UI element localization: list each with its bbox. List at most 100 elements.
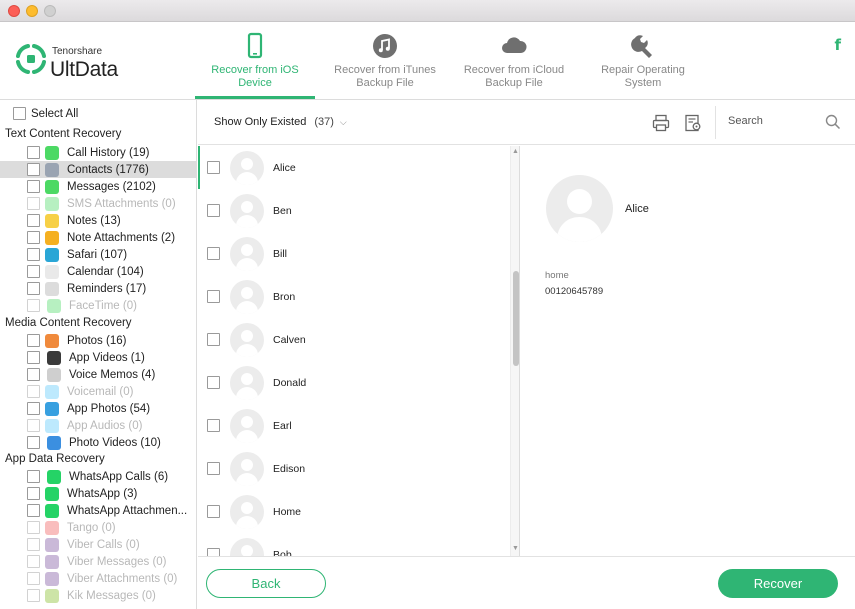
sidebar-item[interactable]: Call History (19)	[0, 144, 196, 161]
sidebar-item-checkbox[interactable]	[27, 265, 40, 278]
sidebar-item-checkbox[interactable]	[27, 299, 40, 312]
sidebar-item-checkbox[interactable]	[27, 282, 40, 295]
photo-videos-icon	[47, 435, 61, 450]
sidebar-item[interactable]: App Photos (54)	[0, 400, 196, 417]
sidebar-item[interactable]: App Videos (1)	[0, 349, 196, 366]
sidebar-item[interactable]: Photos (16)	[0, 332, 196, 349]
recover-button[interactable]: Recover	[718, 569, 838, 598]
print-icon[interactable]	[652, 114, 670, 132]
sidebar-item-checkbox[interactable]	[27, 487, 40, 500]
sidebar-item-checkbox[interactable]	[27, 180, 40, 193]
sidebar-item[interactable]: App Audios (0)	[0, 417, 196, 434]
contact-row[interactable]: Earl	[198, 404, 510, 447]
sidebar-item-checkbox[interactable]	[27, 163, 40, 176]
window-minimize-button[interactable]	[26, 5, 38, 17]
sidebar-item[interactable]: Voice Memos (4)	[0, 366, 196, 383]
sidebar-item[interactable]: SMS Attachments (0)	[0, 195, 196, 212]
sidebar-item-checkbox[interactable]	[27, 214, 40, 227]
contact-checkbox[interactable]	[207, 161, 220, 174]
sidebar-item[interactable]: WhatsApp Attachmen...	[0, 502, 196, 519]
sidebar-item-label: Messages (2102)	[67, 180, 156, 193]
sidebar-item[interactable]: WhatsApp Calls (6)	[0, 468, 196, 485]
sidebar-item-checkbox[interactable]	[27, 146, 40, 159]
sidebar-item[interactable]: Safari (107)	[0, 246, 196, 263]
sidebar-item[interactable]: Note Attachments (2)	[0, 229, 196, 246]
sidebar-item[interactable]: Calendar (104)	[0, 263, 196, 280]
sidebar-item-checkbox[interactable]	[27, 589, 40, 602]
contact-row[interactable]: Home	[198, 490, 510, 533]
sidebar-item-label: Note Attachments (2)	[67, 231, 176, 244]
back-button[interactable]: Back	[206, 569, 326, 598]
filter-count: (37)	[314, 116, 334, 128]
contact-checkbox[interactable]	[207, 247, 220, 260]
sidebar-item[interactable]: Viber Attachments (0)	[0, 570, 196, 587]
facebook-icon[interactable]: f	[834, 36, 841, 54]
sidebar-item-checkbox[interactable]	[27, 538, 40, 551]
tab-recover-from-itunes-backup[interactable]: Recover from iTunes Backup File	[325, 22, 445, 99]
sidebar-item[interactable]: Viber Calls (0)	[0, 536, 196, 553]
show-only-existed-dropdown[interactable]: Show Only Existed (37) ⌵	[214, 116, 347, 128]
sidebar-item-label: Photo Videos (10)	[69, 436, 161, 449]
contact-row[interactable]: Bill	[198, 232, 510, 275]
contact-row[interactable]: Calven	[198, 318, 510, 361]
sidebar-item-checkbox[interactable]	[27, 555, 40, 568]
window-maximize-button[interactable]	[44, 5, 56, 17]
sidebar-item-checkbox[interactable]	[27, 368, 40, 381]
contact-checkbox[interactable]	[207, 333, 220, 346]
sidebar-item[interactable]: Notes (13)	[0, 212, 196, 229]
scroll-up-icon[interactable]: ▲	[512, 148, 519, 155]
contact-row[interactable]: Donald	[198, 361, 510, 404]
scroll-down-icon[interactable]: ▼	[512, 545, 519, 552]
window-close-button[interactable]	[8, 5, 20, 17]
viber-messages-icon	[45, 554, 59, 569]
contact-checkbox[interactable]	[207, 419, 220, 432]
select-all-row[interactable]: Select All	[0, 105, 196, 122]
sidebar-item-checkbox[interactable]	[27, 504, 40, 517]
contact-checkbox[interactable]	[207, 548, 220, 556]
sidebar-item-checkbox[interactable]	[27, 334, 40, 347]
contact-checkbox[interactable]	[207, 462, 220, 475]
sidebar-item-checkbox[interactable]	[27, 197, 40, 210]
sidebar-item[interactable]: Viber Messages (0)	[0, 553, 196, 570]
sidebar-item-checkbox[interactable]	[27, 231, 40, 244]
tab-recover-from-icloud-backup[interactable]: Recover from iCloud Backup File	[454, 22, 574, 99]
contact-checkbox[interactable]	[207, 376, 220, 389]
search-icon[interactable]	[825, 114, 841, 130]
scroll-thumb[interactable]	[513, 271, 519, 366]
sidebar-item[interactable]: Kik Messages (0)	[0, 587, 196, 604]
contact-row[interactable]: Alice	[198, 146, 510, 189]
sidebar-item-label: App Audios (0)	[67, 419, 143, 432]
sidebar-item[interactable]: Reminders (17)	[0, 280, 196, 297]
sidebar-item-checkbox[interactable]	[27, 436, 40, 449]
music-icon	[373, 34, 397, 58]
sidebar-item-checkbox[interactable]	[27, 470, 40, 483]
export-settings-icon[interactable]	[684, 114, 702, 132]
sidebar-item-checkbox[interactable]	[27, 572, 40, 585]
sidebar-item-checkbox[interactable]	[27, 419, 40, 432]
contact-row[interactable]: Edison	[198, 447, 510, 490]
sidebar-item-checkbox[interactable]	[27, 248, 40, 261]
sidebar-item-checkbox[interactable]	[27, 521, 40, 534]
sidebar-item[interactable]: Contacts (1776)	[0, 161, 196, 178]
sidebar-item-checkbox[interactable]	[27, 351, 40, 364]
contact-checkbox[interactable]	[207, 204, 220, 217]
contact-row[interactable]: Bron	[198, 275, 510, 318]
tab-recover-from-ios-device[interactable]: Recover from iOS Device	[195, 22, 315, 99]
recovery-sidebar: Select All Text Content Recovery Media C…	[0, 100, 197, 609]
sidebar-item[interactable]: FaceTime (0)	[0, 297, 196, 314]
sidebar-item-checkbox[interactable]	[27, 402, 40, 415]
contact-row[interactable]: Bob	[198, 533, 510, 556]
sidebar-item[interactable]: Voicemail (0)	[0, 383, 196, 400]
sidebar-item[interactable]: WhatsApp (3)	[0, 485, 196, 502]
contact-checkbox[interactable]	[207, 505, 220, 518]
contact-row[interactable]: Ben	[198, 189, 510, 232]
sidebar-item[interactable]: Tango (0)	[0, 519, 196, 536]
contact-checkbox[interactable]	[207, 290, 220, 303]
list-scrollbar[interactable]: ▲ ▼	[510, 146, 519, 556]
select-all-checkbox[interactable]	[13, 107, 26, 120]
sidebar-item-checkbox[interactable]	[27, 385, 40, 398]
sidebar-item[interactable]: Photo Videos (10)	[0, 434, 196, 451]
sidebar-item[interactable]: Messages (2102)	[0, 178, 196, 195]
tab-repair-operating-system[interactable]: Repair Operating System	[583, 22, 703, 99]
search-input[interactable]	[728, 115, 823, 127]
